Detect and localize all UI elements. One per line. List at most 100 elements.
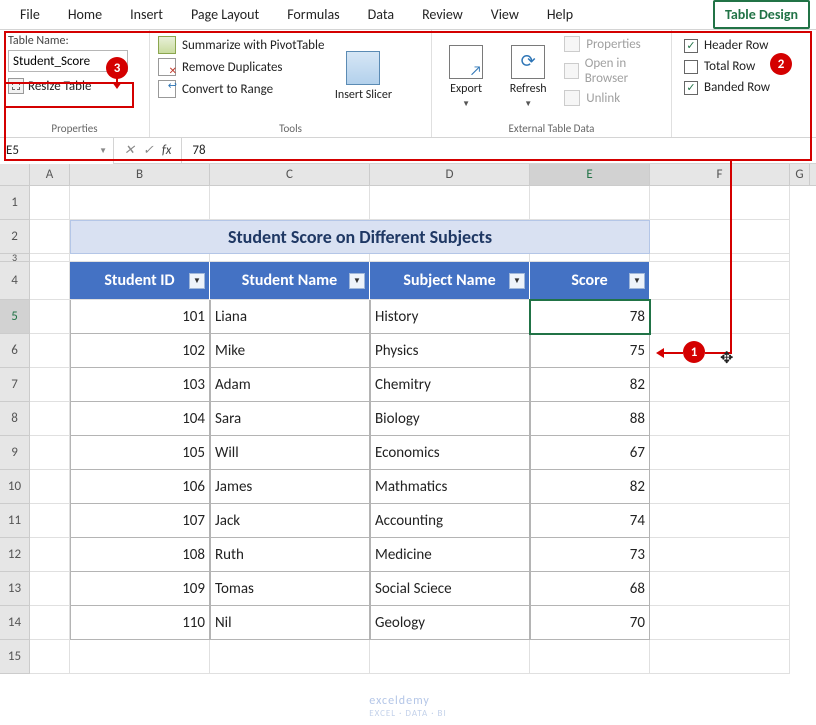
cell[interactable]	[530, 254, 650, 262]
cell-subject-name[interactable]: Social Sciece	[370, 572, 530, 606]
cell[interactable]	[650, 572, 790, 606]
cell-student-id[interactable]: 105	[70, 436, 210, 470]
insert-slicer-button[interactable]: Insert Slicer	[334, 34, 392, 120]
cell-student-id[interactable]: 109	[70, 572, 210, 606]
row-header[interactable]: 3	[0, 254, 30, 262]
tab-view[interactable]: View	[477, 0, 533, 29]
col-header-c[interactable]: C	[210, 164, 370, 185]
cell[interactable]	[30, 504, 70, 538]
table-header-cell[interactable]: Student Name▼	[210, 262, 370, 300]
tab-review[interactable]: Review	[408, 0, 477, 29]
tab-insert[interactable]: Insert	[116, 0, 177, 29]
row-header[interactable]: 8	[0, 402, 30, 436]
enter-icon[interactable]: ✓	[143, 143, 154, 158]
cell-subject-name[interactable]: Geology	[370, 606, 530, 640]
cell[interactable]	[650, 470, 790, 504]
header-row-checkbox[interactable]: ✓Header Row	[684, 38, 804, 53]
row-header[interactable]: 6	[0, 334, 30, 368]
cell-subject-name[interactable]: Mathmatics	[370, 470, 530, 504]
cell-score[interactable]: 73	[530, 538, 650, 572]
cell[interactable]	[30, 186, 70, 220]
cell[interactable]	[30, 368, 70, 402]
cell-student-name[interactable]: Jack	[210, 504, 370, 538]
cell-student-name[interactable]: Sara	[210, 402, 370, 436]
cell[interactable]	[650, 640, 790, 674]
cell-student-name[interactable]: Ruth	[210, 538, 370, 572]
row-header[interactable]: 13	[0, 572, 30, 606]
tab-formulas[interactable]: Formulas	[273, 0, 353, 29]
col-header-g[interactable]: G	[790, 164, 810, 185]
name-box[interactable]: E5▼	[0, 138, 114, 164]
row-header[interactable]: 9	[0, 436, 30, 470]
cell[interactable]	[70, 186, 210, 220]
cell-score[interactable]: 78	[530, 300, 650, 334]
resize-table-button[interactable]: Resize Table	[8, 78, 128, 94]
cell[interactable]	[30, 220, 70, 254]
cell[interactable]	[650, 300, 790, 334]
cell[interactable]	[210, 640, 370, 674]
cell[interactable]	[650, 254, 790, 262]
cell[interactable]	[30, 538, 70, 572]
cell-subject-name[interactable]: Physics	[370, 334, 530, 368]
fx-icon[interactable]: fx	[162, 143, 172, 158]
cell-subject-name[interactable]: Chemitry	[370, 368, 530, 402]
cell[interactable]	[530, 186, 650, 220]
cell[interactable]	[650, 220, 790, 254]
cell[interactable]	[30, 436, 70, 470]
cancel-icon[interactable]: ✕	[124, 143, 135, 158]
tab-data[interactable]: Data	[354, 0, 408, 29]
cell-student-name[interactable]: Mike	[210, 334, 370, 368]
row-header[interactable]: 15	[0, 640, 30, 674]
tab-home[interactable]: Home	[54, 0, 116, 29]
cell-score[interactable]: 68	[530, 572, 650, 606]
cell-student-name[interactable]: Adam	[210, 368, 370, 402]
row-header[interactable]: 4	[0, 262, 30, 300]
cell-subject-name[interactable]: Medicine	[370, 538, 530, 572]
export-button[interactable]: Export ▼	[440, 34, 492, 120]
remove-duplicates-button[interactable]: Remove Duplicates	[158, 58, 324, 76]
cell[interactable]	[70, 254, 210, 262]
select-all-cell[interactable]	[0, 164, 30, 185]
cell-student-name[interactable]: Liana	[210, 300, 370, 334]
cell[interactable]	[30, 262, 70, 300]
cell-student-name[interactable]: Nil	[210, 606, 370, 640]
cell-score[interactable]: 82	[530, 368, 650, 402]
cell[interactable]	[30, 254, 70, 262]
cell[interactable]	[30, 606, 70, 640]
cell[interactable]	[30, 640, 70, 674]
cell[interactable]	[370, 254, 530, 262]
cell[interactable]	[30, 334, 70, 368]
filter-dropdown-icon[interactable]: ▼	[349, 273, 365, 289]
row-header[interactable]: 11	[0, 504, 30, 538]
cell-subject-name[interactable]: Biology	[370, 402, 530, 436]
cell-subject-name[interactable]: History	[370, 300, 530, 334]
col-header-a[interactable]: A	[30, 164, 70, 185]
cell[interactable]	[650, 504, 790, 538]
tab-page-layout[interactable]: Page Layout	[177, 0, 273, 29]
cell-student-id[interactable]: 102	[70, 334, 210, 368]
cell[interactable]	[370, 640, 530, 674]
row-header[interactable]: 2	[0, 220, 30, 254]
refresh-button[interactable]: Refresh ▼	[502, 34, 554, 120]
cell[interactable]	[650, 186, 790, 220]
cell-student-id[interactable]: 107	[70, 504, 210, 538]
cell[interactable]	[30, 470, 70, 504]
cell[interactable]	[370, 186, 530, 220]
col-header-b[interactable]: B	[70, 164, 210, 185]
table-header-cell[interactable]: Score▼	[530, 262, 650, 300]
cell[interactable]	[650, 368, 790, 402]
row-header[interactable]: 14	[0, 606, 30, 640]
col-header-f[interactable]: F	[650, 164, 790, 185]
cell-score[interactable]: 88	[530, 402, 650, 436]
tab-table-design[interactable]: Table Design	[713, 0, 810, 29]
row-header[interactable]: 5	[0, 300, 30, 334]
cell[interactable]	[30, 300, 70, 334]
cell-student-id[interactable]: 106	[70, 470, 210, 504]
summarize-pivot-button[interactable]: Summarize with PivotTable	[158, 36, 324, 54]
cell[interactable]	[210, 254, 370, 262]
convert-range-button[interactable]: Convert to Range	[158, 80, 324, 98]
filter-dropdown-icon[interactable]: ▼	[189, 273, 205, 289]
cell-student-id[interactable]: 104	[70, 402, 210, 436]
cell[interactable]	[650, 606, 790, 640]
cell[interactable]	[530, 640, 650, 674]
